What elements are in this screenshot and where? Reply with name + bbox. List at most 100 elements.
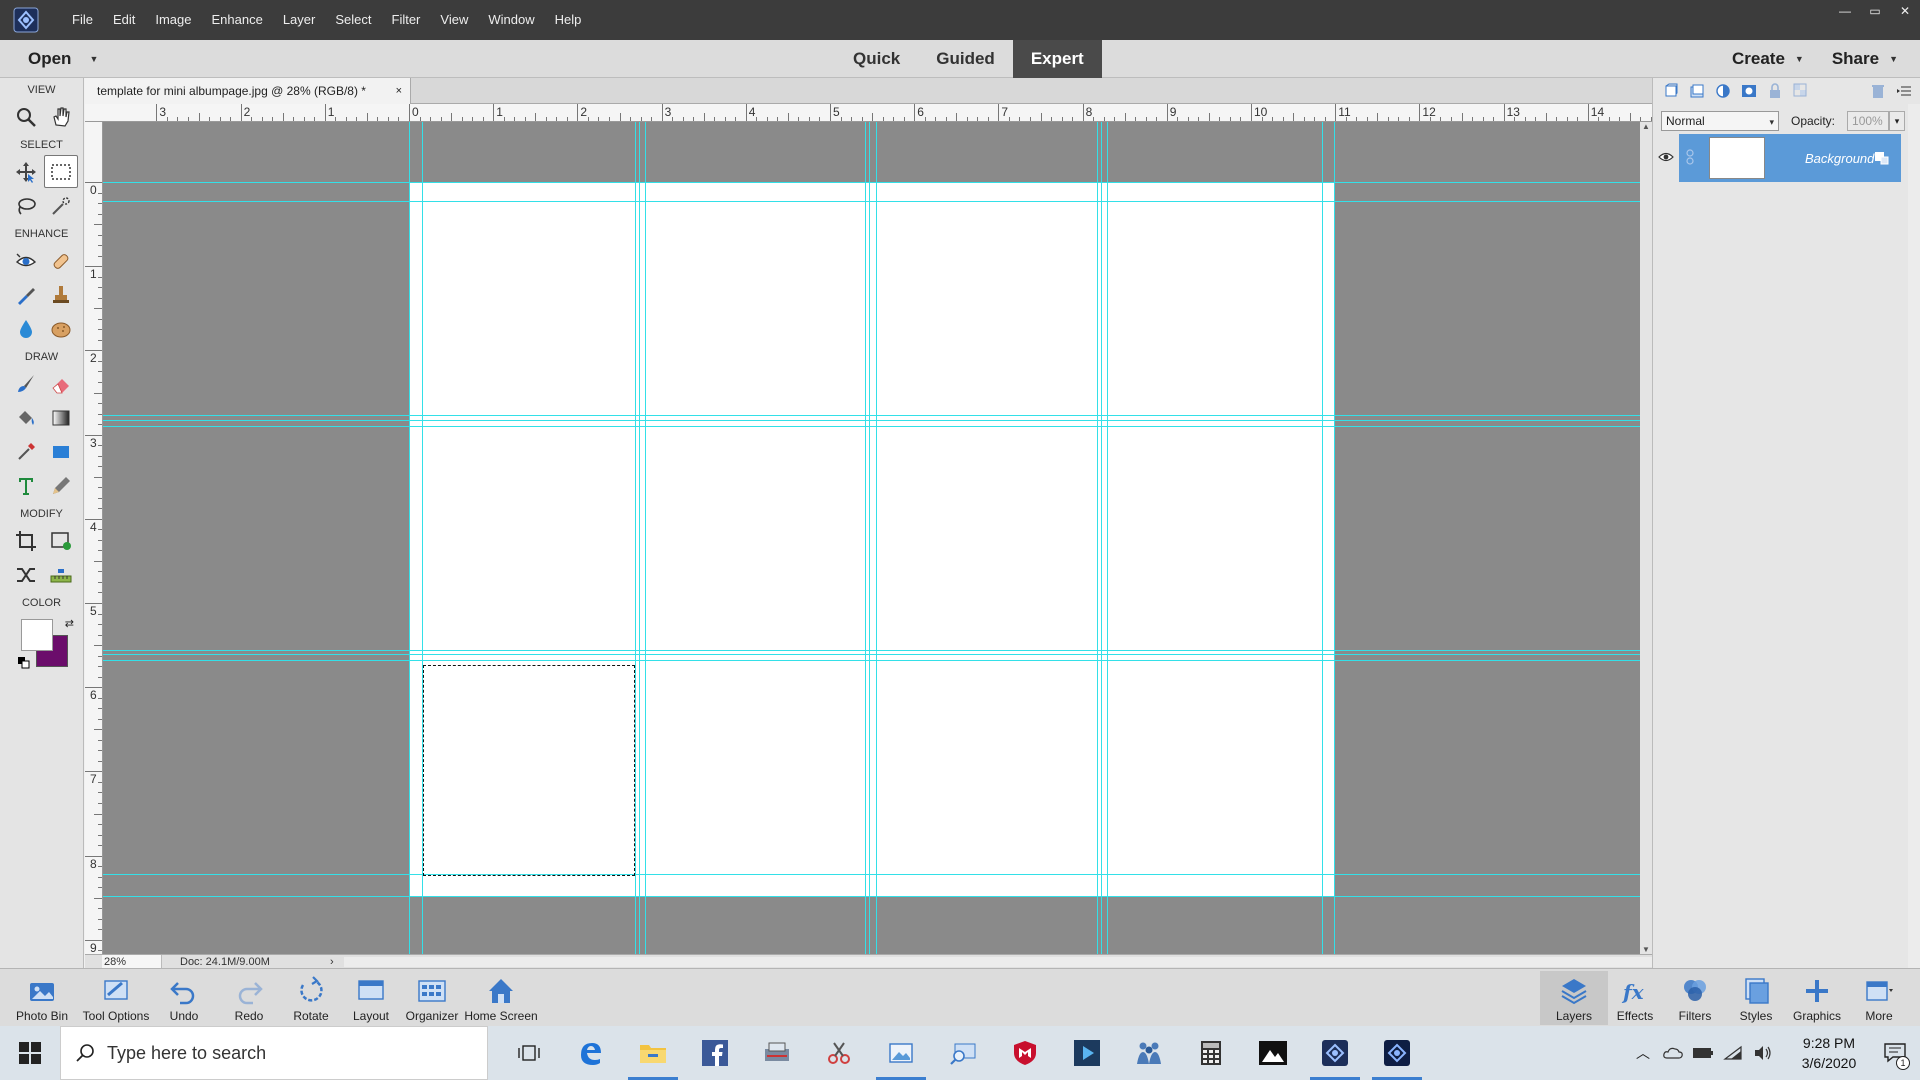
paint-bucket-icon[interactable]	[9, 401, 43, 434]
guide-vertical[interactable]	[1101, 122, 1102, 954]
guide-vertical[interactable]	[869, 122, 870, 954]
lasso-tool-icon[interactable]	[9, 189, 43, 222]
swap-colors-icon[interactable]: ⇄	[65, 617, 74, 630]
zoom-field[interactable]: 28%	[102, 954, 162, 969]
scroll-up-icon[interactable]: ▲	[1640, 122, 1652, 131]
action-center-button[interactable]: 1	[1870, 1026, 1920, 1080]
layer-mask-icon[interactable]	[1739, 81, 1759, 101]
open-button[interactable]: Open ▼	[28, 49, 98, 69]
horizontal-scrollbar[interactable]	[343, 956, 1652, 967]
clock[interactable]: 9:28 PM 3/6/2020	[1788, 1033, 1870, 1073]
calculator-icon[interactable]	[1180, 1026, 1242, 1080]
volume-icon[interactable]	[1748, 1026, 1778, 1080]
guide-vertical[interactable]	[639, 122, 640, 954]
layers-button[interactable]: Layers	[1540, 971, 1608, 1025]
menu-filter[interactable]: Filter	[382, 0, 431, 40]
guide-vertical[interactable]	[865, 122, 866, 954]
guide-horizontal[interactable]	[103, 426, 1652, 427]
rectangular-marquee-tool-icon[interactable]	[44, 155, 78, 188]
panel-scrollbar[interactable]	[1908, 104, 1920, 968]
tab-guided[interactable]: Guided	[918, 40, 1013, 78]
guide-horizontal[interactable]	[103, 660, 1652, 661]
redo-button[interactable]: Redo	[215, 971, 283, 1025]
gradient-tool-icon[interactable]	[44, 401, 78, 434]
layout-button[interactable]: Layout	[337, 971, 405, 1025]
media-player-icon[interactable]	[1056, 1026, 1118, 1080]
brush-tool-icon[interactable]	[9, 367, 43, 400]
type-tool-icon[interactable]	[9, 469, 43, 502]
more-button[interactable]: More	[1845, 971, 1913, 1025]
red-eye-tool-icon[interactable]	[9, 244, 43, 277]
tool-options-button[interactable]: Tool Options	[78, 971, 154, 1025]
eyedropper-icon[interactable]	[9, 435, 43, 468]
guide-horizontal[interactable]	[103, 182, 1652, 183]
wifi-icon[interactable]	[1718, 1026, 1748, 1080]
content-aware-move-icon[interactable]	[9, 558, 43, 591]
adjustment-layer-icon[interactable]	[1713, 81, 1733, 101]
menu-select[interactable]: Select	[325, 0, 381, 40]
straighten-tool-icon[interactable]	[44, 558, 78, 591]
minimize-button[interactable]: —	[1830, 0, 1860, 22]
guide-horizontal[interactable]	[103, 874, 1652, 875]
guide-horizontal[interactable]	[103, 415, 1652, 416]
zoom-tool-icon[interactable]	[9, 100, 43, 133]
link-icon[interactable]	[1685, 149, 1695, 165]
create-button[interactable]: Create ▼	[1732, 49, 1804, 69]
menu-layer[interactable]: Layer	[273, 0, 326, 40]
magnifier-icon[interactable]	[932, 1026, 994, 1080]
snipping-tool-icon[interactable]	[808, 1026, 870, 1080]
blur-tool-icon[interactable]	[9, 312, 43, 345]
guide-horizontal[interactable]	[103, 420, 1652, 421]
menu-file[interactable]: File	[62, 0, 103, 40]
menu-help[interactable]: Help	[545, 0, 592, 40]
chevron-up-icon[interactable]: ︿	[1628, 1026, 1658, 1080]
lock-transparent-icon[interactable]	[1791, 81, 1811, 101]
crop-tool-icon[interactable]	[9, 524, 43, 557]
rectangle-shape-icon[interactable]	[44, 435, 78, 468]
guide-vertical[interactable]	[1097, 122, 1098, 954]
eye-icon[interactable]	[1653, 151, 1679, 166]
share-button[interactable]: Share ▼	[1832, 49, 1898, 69]
pencil-tool-icon[interactable]	[44, 469, 78, 502]
opacity-dropdown-icon[interactable]: ▾	[1889, 111, 1906, 131]
onedrive-icon[interactable]	[1658, 1026, 1688, 1080]
photoshop-elements-icon[interactable]	[1304, 1026, 1366, 1080]
file-explorer-icon[interactable]	[622, 1026, 684, 1080]
open-dropdown-icon[interactable]: ▼	[89, 54, 98, 64]
default-colors-icon[interactable]	[18, 657, 30, 669]
panel-menu-icon[interactable]	[1894, 81, 1914, 101]
guide-vertical[interactable]	[1322, 122, 1323, 954]
layer-row-background[interactable]: Background	[1653, 134, 1909, 182]
start-button[interactable]	[0, 1026, 60, 1080]
guide-vertical[interactable]	[635, 122, 636, 954]
scroll-down-icon[interactable]: ▼	[1640, 945, 1652, 954]
new-group-icon[interactable]	[1687, 81, 1707, 101]
layer-item[interactable]: Background	[1679, 134, 1901, 182]
menu-enhance[interactable]: Enhance	[202, 0, 273, 40]
undo-button[interactable]: Undo	[150, 971, 218, 1025]
photos-icon[interactable]	[1242, 1026, 1304, 1080]
vertical-scrollbar[interactable]: ▲ ▼	[1640, 122, 1652, 954]
organizer-button[interactable]: Organizer	[398, 971, 466, 1025]
taskbar-search[interactable]: Type here to search	[60, 1026, 488, 1080]
edge-icon[interactable]	[560, 1026, 622, 1080]
new-layer-icon[interactable]	[1661, 81, 1681, 101]
foreground-color-swatch[interactable]	[21, 619, 53, 651]
photoshop-elements-editor-icon[interactable]	[1366, 1026, 1428, 1080]
marquee-selection[interactable]	[423, 665, 635, 876]
photo-bin-button[interactable]: Photo Bin	[8, 971, 76, 1025]
smart-brush-icon[interactable]	[9, 278, 43, 311]
lock-icon[interactable]	[1765, 81, 1785, 101]
tab-expert[interactable]: Expert	[1012, 40, 1102, 78]
guide-vertical[interactable]	[645, 122, 646, 954]
guide-horizontal[interactable]	[103, 650, 1652, 651]
status-menu-arrow-icon[interactable]: ›	[330, 956, 334, 968]
sponge-tool-icon[interactable]	[44, 312, 78, 345]
rotate-button[interactable]: Rotate	[277, 971, 345, 1025]
close-icon[interactable]: ×	[396, 78, 402, 104]
guide-vertical[interactable]	[1107, 122, 1108, 954]
eraser-tool-icon[interactable]	[44, 367, 78, 400]
filters-button[interactable]: Filters	[1661, 971, 1729, 1025]
canvas-area[interactable]: 3 2 1 0 1 2 3 4 5 6 7 8 9 10 11 12 13 14 0123456789 ▲ ▼	[85, 104, 1652, 954]
home-screen-button[interactable]: Home Screen	[462, 971, 540, 1025]
